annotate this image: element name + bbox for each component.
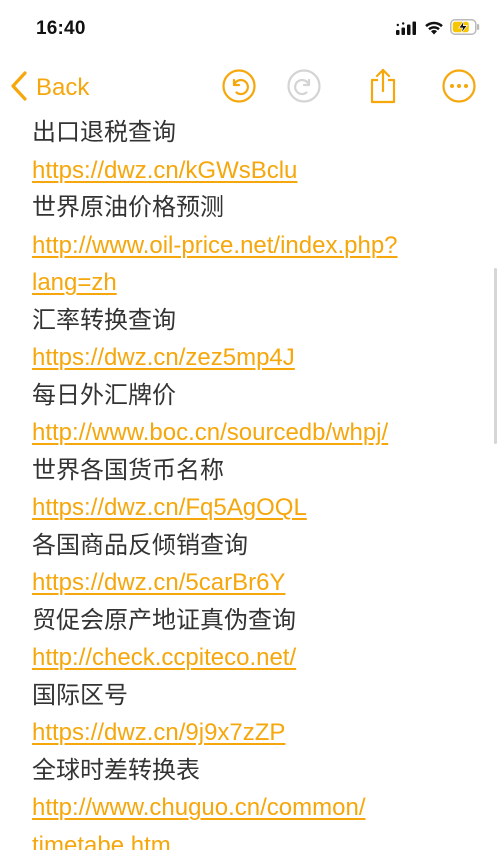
note-link[interactable]: https://dwz.cn/5carBr6Y xyxy=(32,564,482,602)
note-text-line: 世界原油价格预测 xyxy=(32,193,224,221)
back-button[interactable]: Back xyxy=(10,70,89,106)
share-icon xyxy=(367,67,399,109)
battery-charging-icon xyxy=(450,19,480,39)
note-toolbar: Back xyxy=(0,62,500,114)
redo-icon xyxy=(286,68,322,108)
note-text-line: 国际区号 xyxy=(32,680,128,709)
redo-button[interactable] xyxy=(285,69,323,107)
note-link[interactable]: http://www.chuguo.cn/common/ xyxy=(32,789,482,827)
more-icon xyxy=(441,68,477,108)
note-link[interactable]: http://www.boc.cn/sourcedb/whpj/ xyxy=(32,414,482,452)
status-bar: 16:40 xyxy=(0,0,500,58)
cellular-signal-icon xyxy=(396,20,418,39)
note-text-line: 出口退税查询 xyxy=(32,118,176,146)
note-body[interactable]: 出口退税查询 https://dwz.cn/kGWsBclu 世界原油价格预测 … xyxy=(32,114,482,850)
note-text-line: 各国商品反倾销查询 xyxy=(32,530,248,559)
note-link[interactable]: https://dwz.cn/zez5mp4J xyxy=(32,339,482,377)
note-text-line: 每日外汇牌价 xyxy=(32,380,176,409)
more-button[interactable] xyxy=(440,69,478,107)
note-text-line: 世界各国货币名称 xyxy=(32,455,224,484)
note-link[interactable]: lang=zh xyxy=(32,264,482,302)
note-text-line: 汇率转换查询 xyxy=(32,305,176,334)
share-button[interactable] xyxy=(364,67,402,109)
note-text-line: 全球时差转换表 xyxy=(32,755,200,784)
undo-button[interactable] xyxy=(220,69,258,107)
status-icons xyxy=(396,18,480,40)
back-label: Back xyxy=(36,74,90,101)
status-time: 16:40 xyxy=(36,18,86,39)
note-link[interactable]: https://dwz.cn/Fq5AgOQL xyxy=(32,489,482,527)
note-link[interactable]: http://check.ccpiteco.net/ xyxy=(32,639,482,677)
scroll-indicator[interactable] xyxy=(494,268,497,444)
note-link[interactable]: timetabe.htm xyxy=(32,827,482,850)
note-link[interactable]: https://dwz.cn/9j9x7zZP xyxy=(32,714,482,752)
undo-icon xyxy=(221,68,257,108)
wifi-icon xyxy=(424,20,444,39)
note-link[interactable]: http://www.oil-price.net/index.php? xyxy=(32,227,482,265)
note-text-line: 贸促会原产地证真伪查询 xyxy=(32,605,296,634)
chevron-left-icon xyxy=(10,71,28,105)
note-link[interactable]: https://dwz.cn/kGWsBclu xyxy=(32,152,482,190)
